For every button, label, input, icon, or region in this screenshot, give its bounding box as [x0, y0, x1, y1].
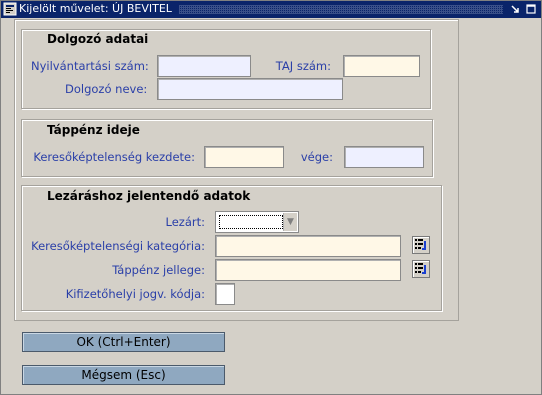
legal-code-label: Kifizetőhelyi jogv. kódja: [65, 287, 205, 301]
cancel-button[interactable]: Mégsem (Esc) [22, 365, 225, 385]
taj-number-field[interactable] [343, 55, 420, 77]
sick-pay-period-title: Táppénz ideje [47, 123, 140, 137]
form-icon [3, 2, 17, 16]
closed-select-value [219, 215, 283, 229]
maximize-icon[interactable] [524, 2, 539, 16]
dialog-window: Kijelölt művelet: ÚJ BEVITEL Dolgozó ada… [0, 0, 542, 395]
employee-name-field[interactable] [157, 78, 343, 100]
incapacity-category-label: Keresőképtelenségi kategória: [31, 239, 205, 253]
legal-code-field[interactable] [215, 283, 235, 305]
taj-number-label: TAJ szám: [275, 59, 331, 73]
registration-number-field[interactable] [157, 55, 251, 77]
nature-lov-button[interactable] [412, 260, 430, 278]
incapacity-start-field[interactable] [204, 146, 284, 168]
ok-button[interactable]: OK (Ctrl+Enter) [22, 332, 225, 352]
title-bar-texture [179, 5, 503, 14]
employee-name-label: Dolgozó neve: [65, 82, 148, 96]
closed-label: Lezárt: [165, 215, 205, 229]
window-title: Kijelölt művelet: ÚJ BEVITEL [19, 2, 172, 15]
chevron-down-icon[interactable]: ▼ [283, 213, 297, 231]
incapacity-start-label: Keresőképtelenség kezdete: [33, 150, 195, 164]
minimize-icon[interactable] [508, 2, 523, 16]
closed-select[interactable]: ▼ [215, 211, 299, 233]
list-of-values-icon [415, 263, 426, 274]
incapacity-end-field[interactable] [344, 146, 424, 168]
sick-pay-nature-label: Táppénz jellege: [112, 263, 205, 277]
incapacity-category-field[interactable] [215, 235, 401, 257]
registration-number-label: Nyilvántartási szám: [31, 59, 149, 73]
closing-group-title: Lezáráshoz jelentendő adatok [47, 189, 251, 203]
title-bar[interactable]: Kijelölt művelet: ÚJ BEVITEL [1, 1, 541, 18]
list-of-values-icon [415, 239, 426, 250]
employee-group-title: Dolgozó adatai [47, 32, 149, 46]
category-lov-button[interactable] [412, 236, 430, 254]
sick-pay-nature-field[interactable] [215, 259, 401, 281]
incapacity-end-label: vége: [300, 150, 333, 164]
